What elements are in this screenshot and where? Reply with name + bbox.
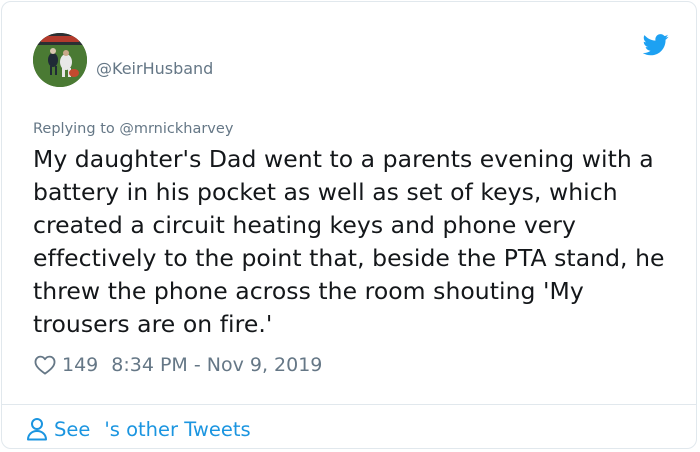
twitter-bird-glyph [642,34,669,56]
replying-to-label[interactable]: Replying to @mrnickharvey [33,121,233,137]
avatar[interactable] [33,33,87,87]
tweet-text: My daughter's Dad went to a parents even… [33,145,665,338]
embedded-tweet-card: @KeirHusband Replying to @mrnickharvey M… [1,1,697,449]
like-count[interactable]: 149 [62,354,98,376]
see-other-tweets-link[interactable]: See 's other Tweets [26,415,251,443]
footer-divider [2,404,696,405]
twitter-bird-icon[interactable] [642,34,669,56]
heart-icon[interactable] [34,355,56,375]
user-handle[interactable]: @KeirHusband [96,59,213,78]
avatar-image [33,33,87,87]
person-icon [27,418,47,441]
other-tweets-label: 's other Tweets [104,417,251,441]
tweet-timestamp[interactable]: 8:34 PM - Nov 9, 2019 [111,354,322,376]
tweet-meta: 149 8:34 PM - Nov 9, 2019 [34,352,322,378]
see-label: See [54,417,91,441]
